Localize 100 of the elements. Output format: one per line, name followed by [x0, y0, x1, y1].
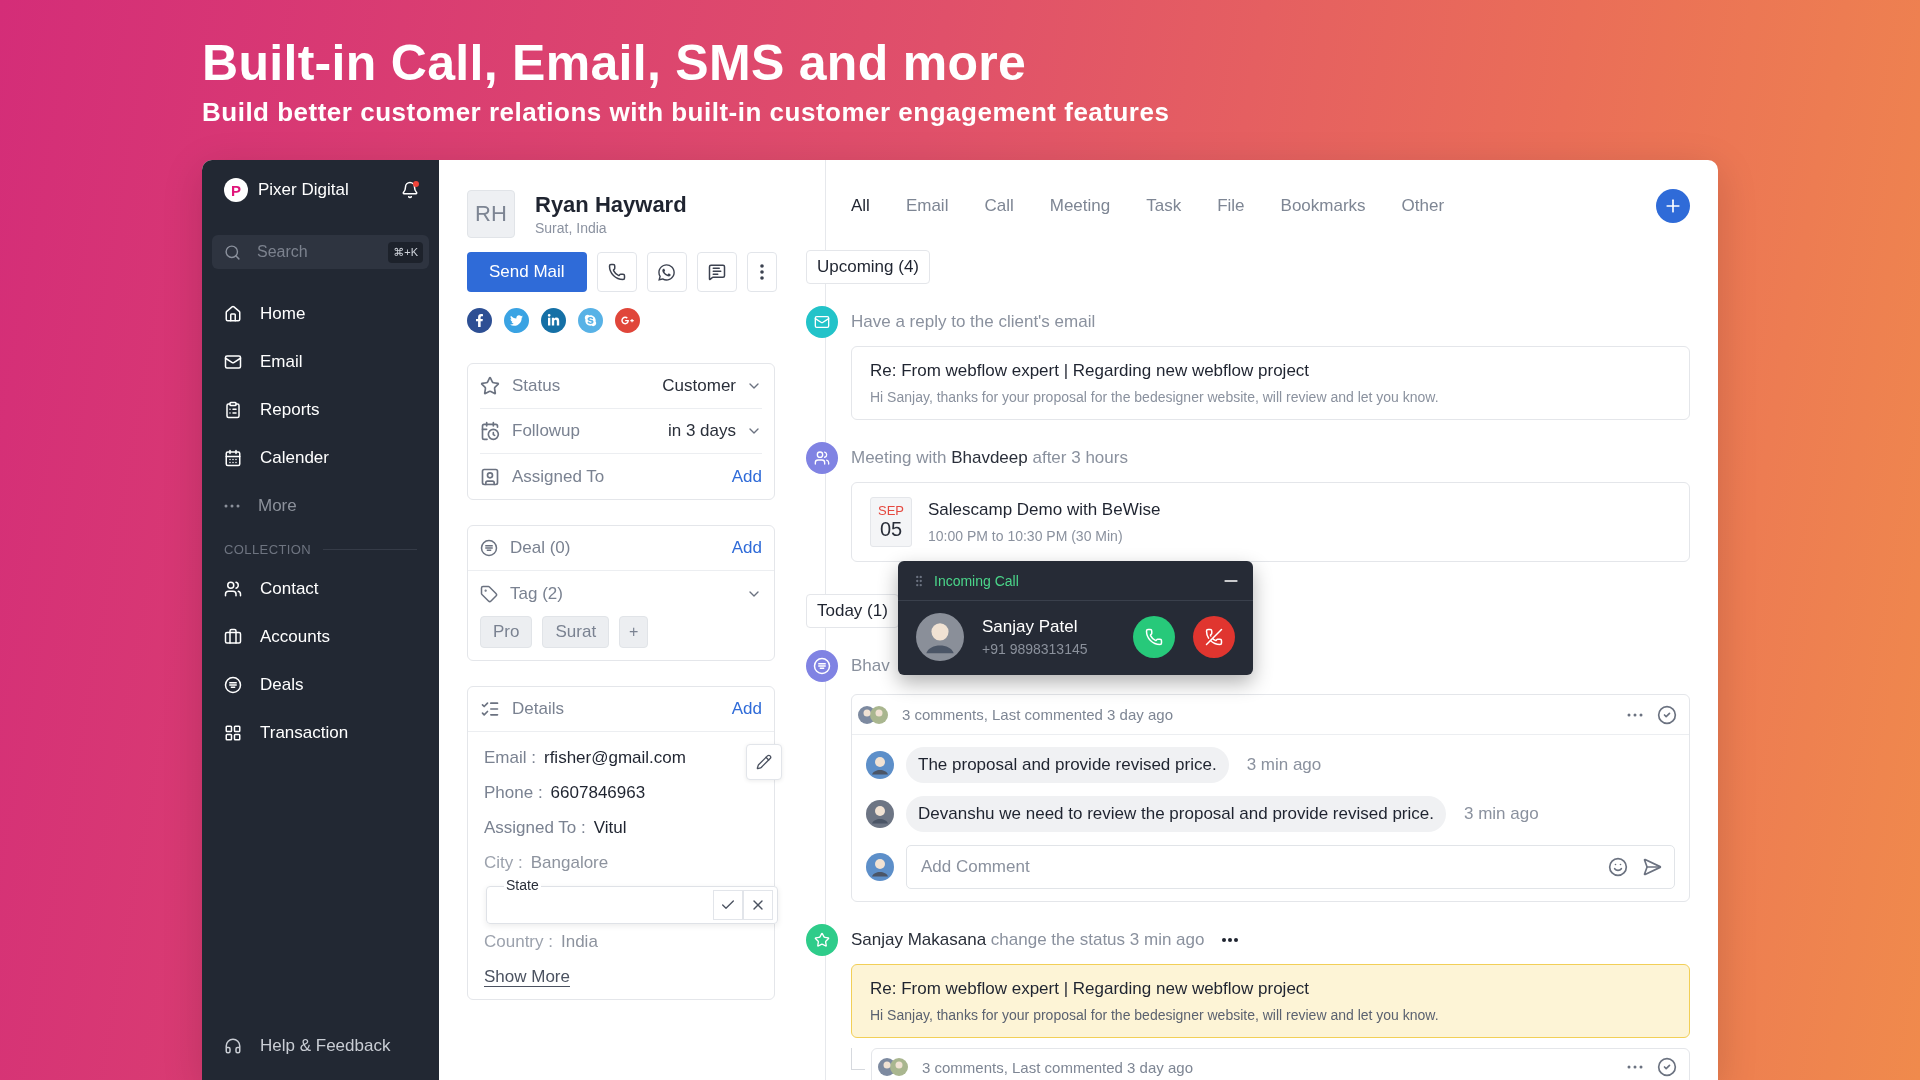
comment-time: 3 min ago [1246, 755, 1322, 775]
group-label: Upcoming (4) [806, 250, 931, 284]
email-subject: Re: From webflow expert | Regarding new webflow project [870, 979, 1311, 999]
property-select[interactable]: in 3 days [667, 421, 762, 441]
phone-button[interactable] [596, 252, 637, 292]
detail-label: Email : [484, 747, 536, 768]
emoji-icon[interactable] [1608, 857, 1628, 877]
filter-tab[interactable]: Email [905, 196, 949, 216]
check-circle-icon[interactable] [1657, 704, 1677, 725]
phone-icon [607, 263, 626, 281]
comment-time: 3 min ago [1463, 804, 1539, 824]
caller-phone: +91 9898313145 [982, 641, 1089, 657]
avatar [866, 853, 894, 881]
clipboard-icon [224, 401, 242, 419]
more-icon [759, 264, 764, 280]
add-link[interactable]: Add [731, 699, 762, 719]
filter-tab[interactable]: Other [1401, 196, 1445, 216]
whatsapp-button[interactable] [646, 252, 687, 292]
decline-call-button[interactable] [1193, 616, 1235, 658]
nav-item[interactable]: Email [212, 338, 429, 386]
nav-item[interactable]: Calender [212, 434, 429, 482]
send-mail-button[interactable]: Send Mail [467, 252, 587, 292]
comment-text: The proposal and provide revised price. [906, 747, 1229, 783]
nav-item[interactable]: Accounts [212, 613, 429, 661]
avatar [866, 800, 894, 828]
check-circle-icon[interactable] [1657, 1057, 1677, 1077]
filter-tab[interactable]: Bookmarks [1280, 196, 1366, 216]
property-select[interactable]: Customer [662, 376, 762, 396]
edit-button[interactable] [746, 744, 782, 780]
details-label: Details [512, 699, 565, 719]
more-button[interactable] [746, 252, 777, 292]
calendar-icon [224, 449, 242, 467]
search-input[interactable]: Search [255, 242, 375, 262]
filter-tab[interactable]: Call [984, 196, 1014, 216]
send-icon[interactable] [1642, 857, 1662, 877]
activity-heading: Sanjay Makasana change the status 3 min ago [851, 930, 1205, 950]
date-day: 05 [879, 518, 903, 541]
phone-icon [1145, 628, 1163, 646]
avatar [916, 613, 964, 661]
linkedin-icon[interactable] [541, 308, 566, 333]
meeting-title: Salescamp Demo with BeWise [928, 500, 1161, 520]
filter-tab[interactable]: Task [1146, 196, 1182, 216]
more-icon[interactable] [1222, 938, 1239, 942]
add-link[interactable]: Add [731, 466, 762, 487]
banner-title: Built-in Call, Email, SMS and more [202, 36, 1028, 90]
detail-label: City : [484, 852, 523, 873]
message-button[interactable] [696, 252, 737, 292]
brand-name: Pixer Digital [258, 180, 350, 200]
twitter-icon[interactable] [504, 308, 529, 333]
contact-initials: RH [467, 190, 515, 238]
accept-call-button[interactable] [1133, 616, 1175, 658]
user-icon [480, 466, 500, 487]
comment-box[interactable]: Add Comment [906, 845, 1675, 889]
meeting-card[interactable]: SEP 05 Salescamp Demo with BeWise 10:00 PM to 10:30 PM (30 Min) [851, 482, 1690, 562]
mail-icon [814, 314, 830, 330]
banner-subtitle: Build better customer relations with built-in customer engagement features [202, 96, 1171, 129]
help-link[interactable]: Help & Feedback [212, 1022, 429, 1070]
comment-summary: 3 comments, Last commented 3 day ago [902, 706, 1174, 723]
whatsapp-icon [657, 262, 677, 282]
detail-value: rfisher@gmail.com [543, 747, 686, 768]
grid-icon [224, 724, 242, 742]
calendar-icon [480, 421, 500, 441]
facebook-icon[interactable] [467, 308, 492, 333]
email-card[interactable]: Re: From webflow expert | Regarding new webflow project Hi Sanjay, thanks for your proposal for the bedesigner website, will review and let you know. [851, 346, 1690, 420]
highlighted-email-card[interactable]: Re: From webflow expert | Regarding new webflow project Hi Sanjay, thanks for your proposal for the bedesigner website, will review and let you know. [851, 964, 1690, 1038]
property-label: Status [512, 376, 562, 396]
nav-item[interactable]: Reports [212, 386, 429, 434]
nav-item[interactable]: Home [212, 290, 429, 338]
message-icon [707, 263, 726, 281]
nav-item[interactable]: Contact [212, 565, 429, 613]
show-more-link[interactable]: Show More [484, 967, 570, 987]
nav-item[interactable]: Deals [212, 661, 429, 709]
confirm-button[interactable] [713, 890, 743, 920]
bell-icon[interactable] [401, 181, 419, 199]
group-label: Today (1) [806, 594, 899, 628]
tag-icon [480, 584, 498, 603]
contact-name: Ryan Hayward [535, 192, 687, 218]
star-icon [480, 376, 500, 396]
more-link[interactable]: More [212, 482, 429, 530]
filter-tab[interactable]: File [1217, 196, 1245, 216]
date-month: SEP [878, 503, 904, 518]
search-bar[interactable]: Search ⌘+K [212, 235, 429, 269]
deal-label: Deal (0) [510, 538, 572, 558]
activity-heading: Have a reply to the client's email [851, 312, 1096, 332]
add-button[interactable] [1656, 189, 1690, 223]
property-label: Followup [512, 421, 582, 441]
avatar-group [878, 1058, 908, 1076]
briefcase-icon [224, 628, 242, 646]
search-icon [224, 243, 241, 261]
list-circle-icon [813, 657, 831, 675]
list-circle-icon [224, 676, 242, 694]
meeting-time: 10:00 PM to 10:30 PM (30 Min) [928, 528, 1124, 544]
google-plus-icon[interactable] [615, 308, 640, 333]
people-icon [814, 450, 830, 466]
nav-item[interactable]: Transaction [212, 709, 429, 757]
filter-tab[interactable]: All [851, 196, 870, 216]
add-link[interactable]: Add [731, 538, 762, 558]
property-label: Assigned To [512, 466, 606, 487]
avatar-group [858, 705, 888, 724]
filter-tab[interactable]: Meeting [1049, 196, 1111, 216]
